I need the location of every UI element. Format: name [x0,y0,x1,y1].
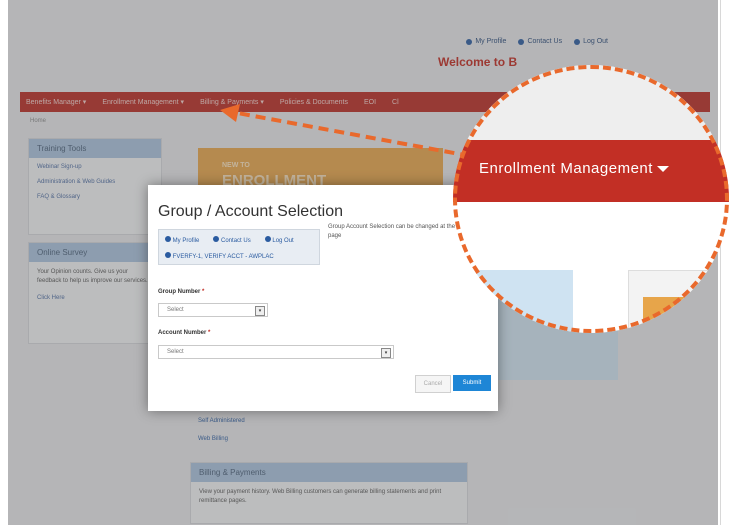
arrow-line [231,110,471,158]
zoom-ring [453,65,729,333]
arrow-head [220,104,240,122]
